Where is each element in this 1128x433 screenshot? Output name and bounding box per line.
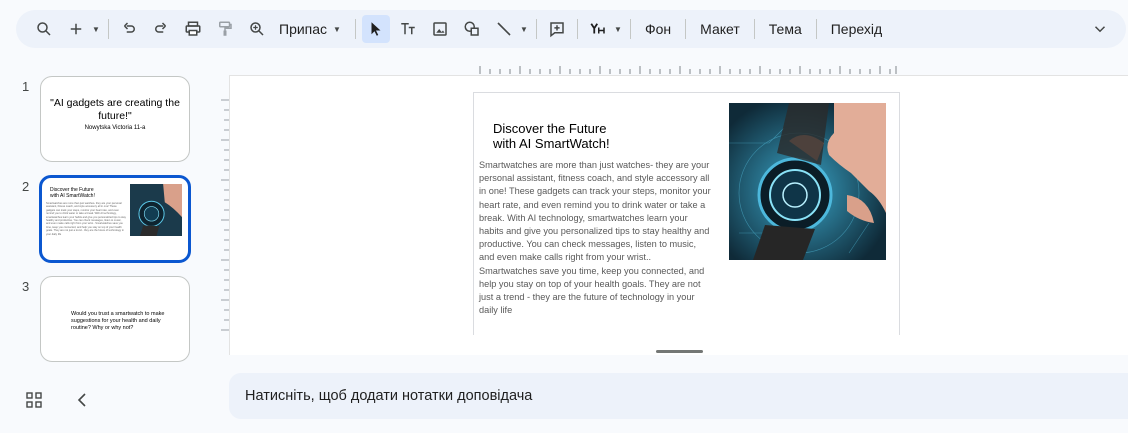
select-tool-button[interactable] <box>361 15 390 43</box>
plus-icon <box>70 23 82 35</box>
divider <box>629 19 631 39</box>
slide-number: 2 <box>22 179 30 194</box>
caret-down-icon: ▼ <box>520 24 528 34</box>
slide-number: 1 <box>22 79 30 94</box>
insert-image-button[interactable] <box>426 15 454 43</box>
input-tools-button[interactable] <box>584 15 612 43</box>
theme-label: Тема <box>768 21 802 37</box>
chevron-left-icon[interactable] <box>74 390 90 410</box>
search-menus-button[interactable] <box>30 15 58 43</box>
slide-number: 3 <box>22 279 30 294</box>
thumbnail-text: Would you trust a smartwatch to make sug… <box>71 311 165 331</box>
transition-button[interactable]: Перехід <box>823 15 890 43</box>
layout-label: Макет <box>700 21 740 37</box>
caret-down-icon: ▼ <box>614 24 622 34</box>
caret-down-icon: ▼ <box>92 24 100 34</box>
smartwatch-image <box>130 184 182 236</box>
text-box-icon <box>401 23 415 35</box>
slide-title[interactable]: Discover the Future with AI SmartWatch! <box>493 121 610 151</box>
input-tools-dropdown[interactable]: ▼ <box>612 25 624 34</box>
slide-title-line-2: with AI SmartWatch! <box>493 136 610 151</box>
print-button[interactable] <box>179 15 207 43</box>
divider <box>753 19 755 39</box>
layout-button[interactable]: Макет <box>692 15 748 43</box>
cursor-icon <box>371 22 381 36</box>
undo-icon <box>123 22 135 33</box>
horizontal-ruler <box>479 66 897 74</box>
notes-resize-handle[interactable] <box>656 350 703 353</box>
background-label: Фон <box>644 21 672 37</box>
divider <box>685 19 687 39</box>
chevron-down-icon <box>1094 26 1106 33</box>
shape-button[interactable] <box>458 15 486 43</box>
collapse-toolbar-button[interactable] <box>1086 15 1114 43</box>
slide-title-line-1: Discover the Future <box>493 121 607 136</box>
smartwatch-image[interactable] <box>729 103 886 260</box>
shape-icon <box>464 21 479 36</box>
thumbnail-subtitle: Nowytska Victoria 11-a <box>84 125 146 131</box>
thumbnail-body: Smartwatches are more than just watches-… <box>46 202 126 236</box>
zoom-button[interactable] <box>243 15 271 43</box>
divider <box>815 19 817 39</box>
speaker-notes-placeholder: Натисніть, щоб додати нотатки доповідача <box>245 388 533 404</box>
redo-button[interactable] <box>147 15 175 43</box>
speaker-notes-field[interactable]: Натисніть, щоб додати нотатки доповідача <box>229 373 1128 419</box>
slide-thumbnail-1[interactable]: "AI gadgets are creating the future!" No… <box>40 76 190 162</box>
slide-body-text[interactable]: Smartwatches are more than just watches-… <box>479 159 711 317</box>
new-slide-button[interactable] <box>62 15 90 43</box>
thumbnail-title: "AI gadgets are creating the future!" <box>50 97 180 122</box>
thumbnail-title: Discover the Future with AI SmartWatch! <box>50 187 95 199</box>
divider <box>576 19 578 39</box>
paint-format-button[interactable] <box>211 15 239 43</box>
theme-button[interactable]: Тема <box>761 15 810 43</box>
undo-button[interactable] <box>115 15 143 43</box>
line-button[interactable] <box>490 15 518 43</box>
line-icon <box>497 22 511 36</box>
line-dropdown[interactable]: ▼ <box>518 25 530 34</box>
text-box-button[interactable] <box>394 15 422 43</box>
zoom-icon <box>250 22 264 36</box>
grid-view-icon[interactable] <box>26 392 42 408</box>
transition-label: Перехід <box>830 21 883 37</box>
slide-thumbnail-2[interactable]: Discover the Future with AI SmartWatch! … <box>39 175 191 263</box>
add-comment-icon <box>550 22 564 38</box>
toolbar: ▼ Припас ▼ ▼ ▼ Фон Макет Тема Перехід <box>16 10 1126 48</box>
image-icon <box>433 22 447 36</box>
zoom-fit-label: Припас <box>279 21 328 37</box>
zoom-fit-dropdown[interactable]: Припас ▼ <box>271 15 349 43</box>
vertical-ruler <box>221 99 229 331</box>
input-tools-icon <box>590 23 605 34</box>
divider <box>108 19 109 39</box>
background-button[interactable]: Фон <box>637 15 679 43</box>
slide-thumbnail-3[interactable]: Would you trust a smartwatch to make sug… <box>40 276 190 362</box>
search-icon <box>37 22 51 36</box>
current-slide[interactable]: Discover the Future with AI SmartWatch! … <box>473 92 900 335</box>
redo-icon <box>155 22 167 33</box>
divider <box>535 19 537 39</box>
divider <box>354 19 356 39</box>
caret-down-icon: ▼ <box>333 24 341 34</box>
paint-format-icon <box>219 21 232 36</box>
new-slide-dropdown[interactable]: ▼ <box>90 25 102 34</box>
add-comment-button[interactable] <box>543 15 571 43</box>
print-icon <box>185 21 201 36</box>
